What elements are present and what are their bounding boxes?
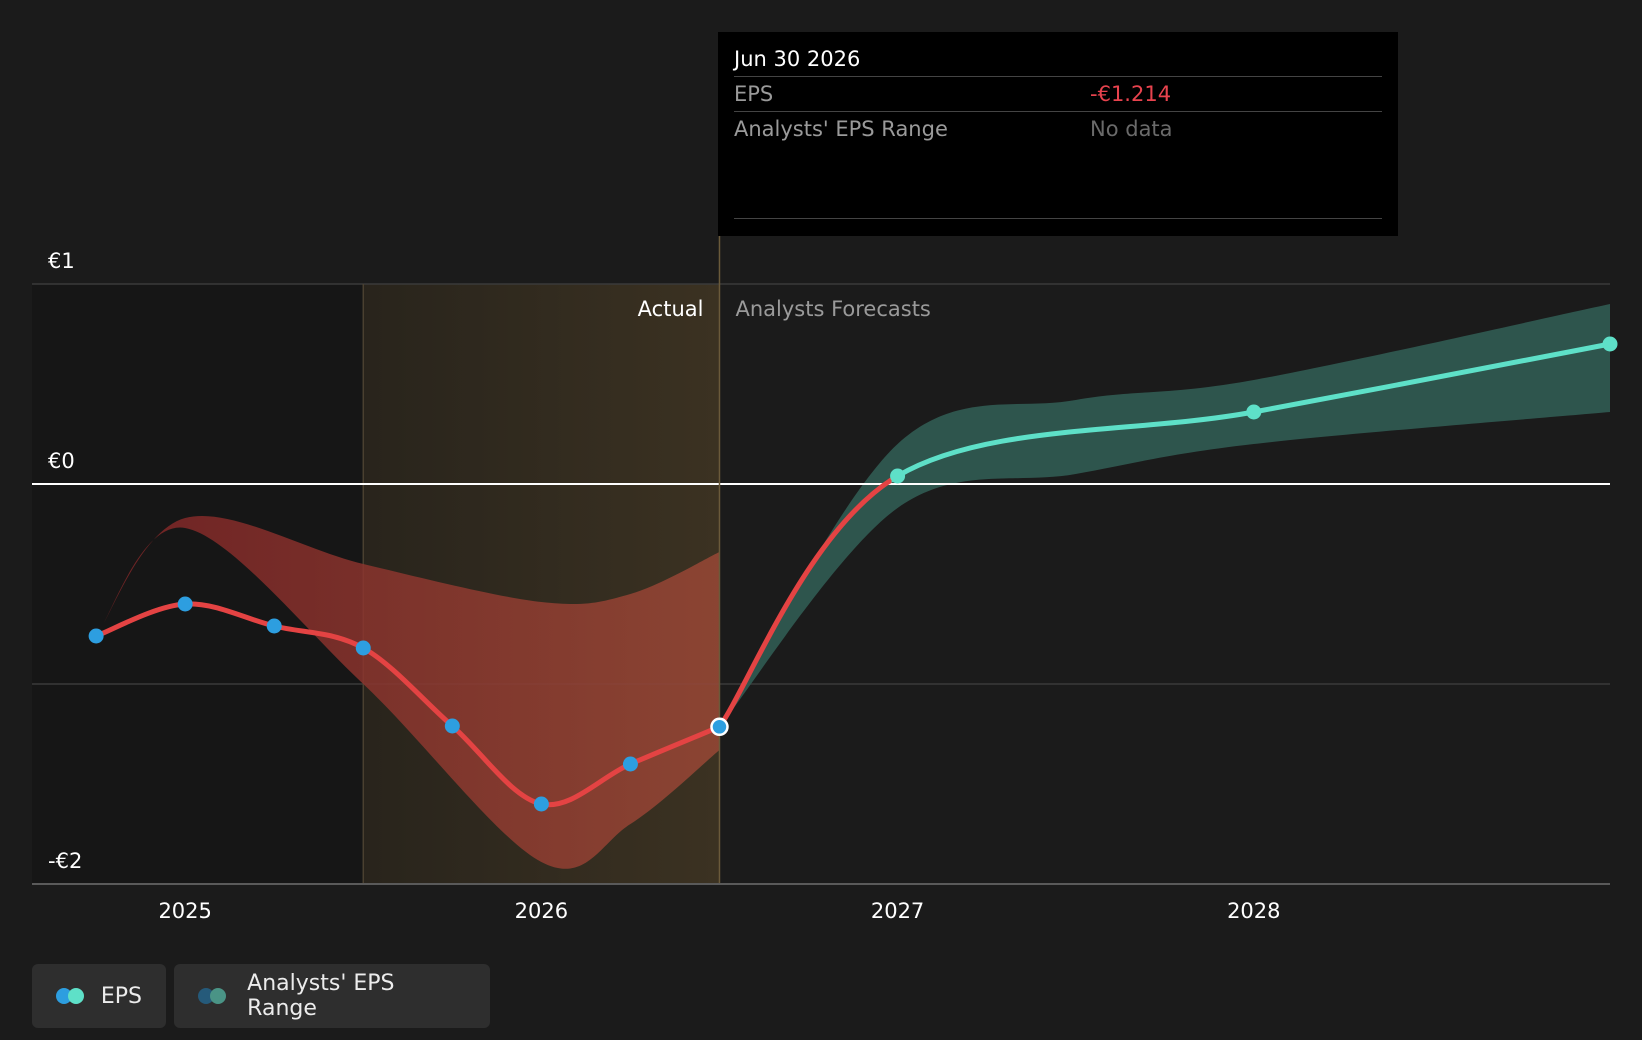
tooltip-eps-value: -€1.214 xyxy=(1090,82,1172,106)
tooltip-eps-label: EPS xyxy=(734,82,774,106)
x-tick-label: 2027 xyxy=(871,899,924,923)
eps-data-point xyxy=(266,618,282,634)
eps-data-point xyxy=(533,796,549,812)
tooltip-range-label: Analysts' EPS Range xyxy=(734,117,948,141)
legend-range-label: Analysts' EPS Range xyxy=(247,971,395,1021)
tooltip-divider xyxy=(734,218,1382,219)
tooltip-eps-row: EPS -€1.214 xyxy=(734,76,1382,111)
data-tooltip: Jun 30 2026 EPS -€1.214 Analysts' EPS Ra… xyxy=(718,32,1398,236)
eps-data-point xyxy=(444,718,460,734)
legend-range-button[interactable]: Analysts' EPS Range xyxy=(174,964,490,1028)
eps-data-point xyxy=(88,628,104,644)
x-tick-label: 2025 xyxy=(158,899,211,923)
legend-eps-button[interactable]: EPS xyxy=(32,964,166,1028)
eps-forecast-point xyxy=(1602,336,1618,352)
eps-data-point xyxy=(622,756,638,772)
forecast-section-label: Analysts Forecasts xyxy=(735,297,930,321)
eps-highlight-point xyxy=(710,717,729,737)
eps-legend-icon xyxy=(56,987,87,1005)
eps-data-point xyxy=(355,640,371,656)
eps-data-point xyxy=(177,596,193,612)
y-tick-label: €1 xyxy=(48,249,75,273)
x-tick-label: 2026 xyxy=(515,899,568,923)
actual-section-label: Actual xyxy=(638,297,704,321)
y-tick-label: -€2 xyxy=(48,849,82,873)
legend-eps-label: EPS xyxy=(100,983,142,1009)
range-legend-icon xyxy=(198,987,233,1005)
tooltip-date: Jun 30 2026 xyxy=(734,47,861,71)
x-tick-label: 2028 xyxy=(1227,899,1280,923)
y-tick-label: €0 xyxy=(48,449,75,473)
tooltip-range-row: Analysts' EPS Range No data xyxy=(734,111,1382,146)
eps-forecast-point xyxy=(890,468,906,484)
tooltip-range-value: No data xyxy=(1090,117,1173,141)
eps-forecast-point xyxy=(1246,404,1262,420)
